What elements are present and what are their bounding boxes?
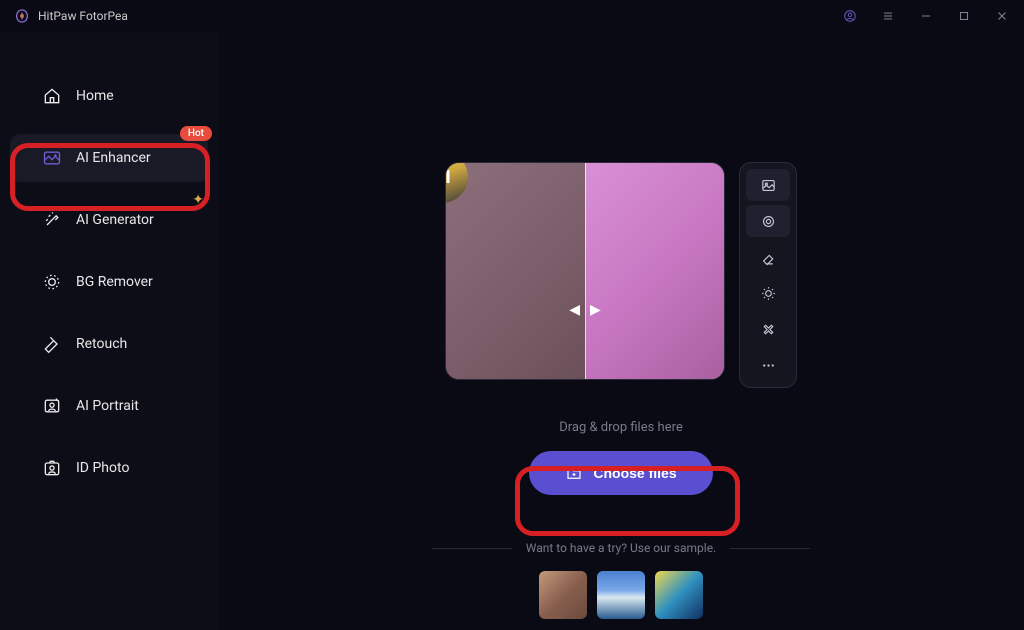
slider-arrow-left-icon: ◀ xyxy=(569,302,580,318)
sample-row: Want to have a try? Use our sample. xyxy=(432,541,810,619)
content: ◀ ▶ AI xyxy=(218,32,1024,630)
id-photo-icon xyxy=(42,458,62,478)
sidebar-item-label: ID Photo xyxy=(76,460,129,476)
choose-files-label: Choose files xyxy=(593,465,676,481)
home-icon xyxy=(42,86,62,106)
sidebar-item-id-photo[interactable]: ID Photo xyxy=(10,444,208,492)
maximize-icon[interactable] xyxy=(956,8,972,24)
sidebar-item-label: Retouch xyxy=(76,336,127,352)
sidebar-item-ai-enhancer[interactable]: AI Enhancer Hot xyxy=(10,134,208,182)
tool-eraser-icon[interactable] xyxy=(746,241,790,273)
sample-thumb-landscape[interactable] xyxy=(597,571,645,619)
tool-circle-icon[interactable] xyxy=(746,205,790,237)
slider-arrow-right-icon: ▶ xyxy=(590,302,601,318)
sidebar: Home AI Enhancer Hot AI Generator ✦ BG R… xyxy=(0,32,218,630)
titlebar-right xyxy=(842,8,1010,24)
minimize-icon[interactable] xyxy=(918,8,934,24)
tool-heal-icon[interactable] xyxy=(746,313,790,345)
tool-image-icon[interactable] xyxy=(746,169,790,201)
sidebar-item-bg-remover[interactable]: BG Remover xyxy=(10,258,208,306)
sample-thumbs xyxy=(539,571,703,619)
titlebar-left: HitPaw FotorPea xyxy=(14,8,128,24)
sidebar-item-ai-portrait[interactable]: AI Portrait xyxy=(10,382,208,430)
retouch-icon xyxy=(42,334,62,354)
drop-hint: Drag & drop files here xyxy=(559,420,683,435)
ai-portrait-icon xyxy=(42,396,62,416)
comparison-slider-line xyxy=(585,163,586,379)
sample-thumb-portrait[interactable] xyxy=(539,571,587,619)
main-area: Home AI Enhancer Hot AI Generator ✦ BG R… xyxy=(0,32,1024,630)
sidebar-item-label: BG Remover xyxy=(76,274,153,290)
choose-files-button[interactable]: Choose files xyxy=(529,451,712,495)
sidebar-item-label: Home xyxy=(76,88,114,104)
tool-brightness-icon[interactable] xyxy=(746,277,790,309)
sidebar-item-label: AI Enhancer xyxy=(76,150,151,166)
preview-before xyxy=(446,163,585,379)
preview-after xyxy=(585,163,724,379)
account-icon[interactable] xyxy=(842,8,858,24)
sidebar-item-label: AI Generator xyxy=(76,212,154,228)
close-icon[interactable] xyxy=(994,8,1010,24)
sidebar-item-retouch[interactable]: Retouch xyxy=(10,320,208,368)
tool-more-icon[interactable] xyxy=(746,349,790,381)
tool-panel xyxy=(739,162,797,388)
ai-badge-label: AI xyxy=(445,167,452,188)
ai-enhancer-icon xyxy=(42,148,62,168)
ai-generator-icon xyxy=(42,210,62,230)
sidebar-item-ai-generator[interactable]: AI Generator ✦ xyxy=(10,196,208,244)
sample-thumb-fish[interactable] xyxy=(655,571,703,619)
app-title: HitPaw FotorPea xyxy=(38,9,128,23)
sample-hint: Want to have a try? Use our sample. xyxy=(432,541,810,555)
sparkle-icon: ✦ xyxy=(192,192,204,208)
comparison-slider-handles[interactable]: ◀ ▶ xyxy=(569,302,601,318)
sidebar-item-home[interactable]: Home xyxy=(10,72,208,120)
app-logo-icon xyxy=(14,8,30,24)
sample-hint-label: Want to have a try? Use our sample. xyxy=(526,541,716,555)
preview-wrap: ◀ ▶ AI xyxy=(445,162,797,388)
menu-icon[interactable] xyxy=(880,8,896,24)
sidebar-item-label: AI Portrait xyxy=(76,398,139,414)
preview-image: ◀ ▶ AI xyxy=(445,162,725,380)
bg-remover-icon xyxy=(42,272,62,292)
titlebar: HitPaw FotorPea xyxy=(0,0,1024,32)
hot-badge: Hot xyxy=(180,126,212,141)
